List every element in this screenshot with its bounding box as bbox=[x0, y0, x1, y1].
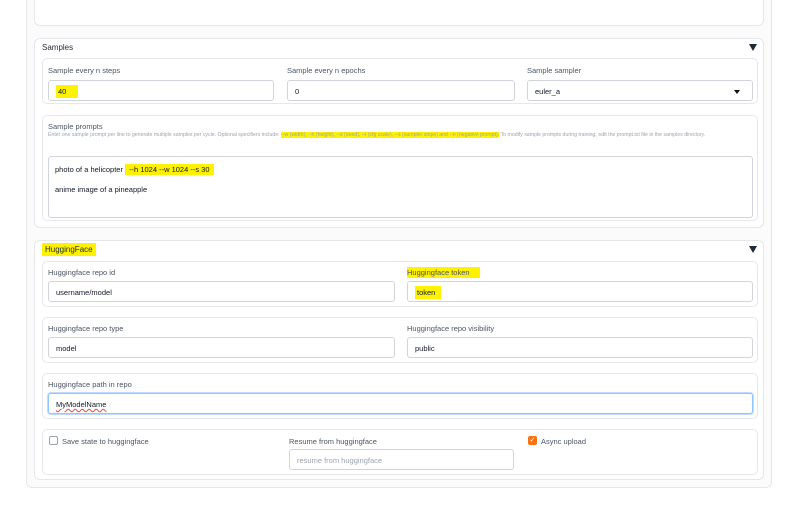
sample-every-n-steps-label: Sample every n steps bbox=[48, 66, 121, 75]
huggingface-section: HuggingFace Huggingface repo id username… bbox=[34, 240, 764, 480]
sample-prompts-label: Sample prompts bbox=[48, 122, 103, 131]
prompt-line-2: anime image of a pineapple bbox=[55, 185, 148, 194]
hf-repo-id-input[interactable]: username/model bbox=[48, 281, 395, 302]
huggingface-section-title[interactable]: HuggingFace bbox=[40, 243, 98, 256]
sample-every-n-epochs-label: Sample every n epochs bbox=[287, 66, 366, 75]
resume-from-hf-input[interactable]: resume from huggingface bbox=[289, 449, 514, 470]
sample-every-n-steps-input[interactable]: 40 bbox=[48, 80, 274, 101]
hf-path-in-repo-input[interactable]: MyModelName bbox=[48, 393, 753, 414]
async-upload-checkbox[interactable]: ✓ bbox=[528, 436, 537, 445]
hf-repo-visibility-label: Huggingface repo visibility bbox=[407, 324, 495, 333]
hf-path-in-repo-label: Huggingface path in repo bbox=[48, 380, 132, 389]
hf-repo-type-input[interactable]: model bbox=[48, 337, 395, 358]
hf-token-label: Huggingface token bbox=[407, 267, 480, 278]
sample-sampler-select[interactable]: euler_a bbox=[527, 80, 753, 101]
hf-path-row: Huggingface path in repo MyModelName bbox=[42, 373, 758, 419]
sample-prompts-description: Enter one sample prompt per line to gene… bbox=[48, 132, 706, 138]
resume-from-hf-label: Resume from huggingface bbox=[289, 437, 377, 446]
collapse-triangle-icon[interactable] bbox=[749, 246, 757, 253]
sample-settings-row: Sample every n steps 40 Sample every n e… bbox=[42, 58, 758, 104]
prompt-line-1: photo of a helicopter --h 1024 --w 1024 … bbox=[55, 164, 746, 175]
hf-repo-type-label: Huggingface repo type bbox=[48, 324, 124, 333]
hf-options-row: Save state to huggingface Resume from hu… bbox=[42, 429, 758, 475]
hf-repo-row: Huggingface repo id username/model Huggi… bbox=[42, 261, 758, 307]
save-state-checkbox[interactable] bbox=[49, 436, 58, 445]
samples-section-title[interactable]: Samples bbox=[40, 42, 75, 53]
chevron-down-icon bbox=[734, 90, 740, 94]
hf-repo-id-label: Huggingface repo id bbox=[48, 268, 116, 277]
sample-sampler-label: Sample sampler bbox=[527, 66, 582, 75]
samples-section: Samples Sample every n steps 40 Sample e… bbox=[34, 38, 764, 228]
sample-prompts-textarea[interactable]: photo of a helicopter --h 1024 --w 1024 … bbox=[48, 156, 753, 218]
collapse-triangle-icon[interactable] bbox=[749, 44, 757, 51]
previous-section-edge bbox=[34, 0, 764, 26]
check-icon: ✓ bbox=[529, 437, 536, 444]
sample-prompts-box: Sample prompts Enter one sample prompt p… bbox=[42, 115, 758, 221]
sample-every-n-epochs-input[interactable]: 0 bbox=[287, 80, 515, 101]
hf-repo-type-row: Huggingface repo type model Huggingface … bbox=[42, 317, 758, 363]
hf-repo-visibility-input[interactable]: public bbox=[407, 337, 753, 358]
async-upload-label: Async upload bbox=[541, 437, 587, 446]
hf-token-input[interactable]: token bbox=[407, 281, 753, 302]
save-state-label: Save state to huggingface bbox=[62, 437, 149, 446]
